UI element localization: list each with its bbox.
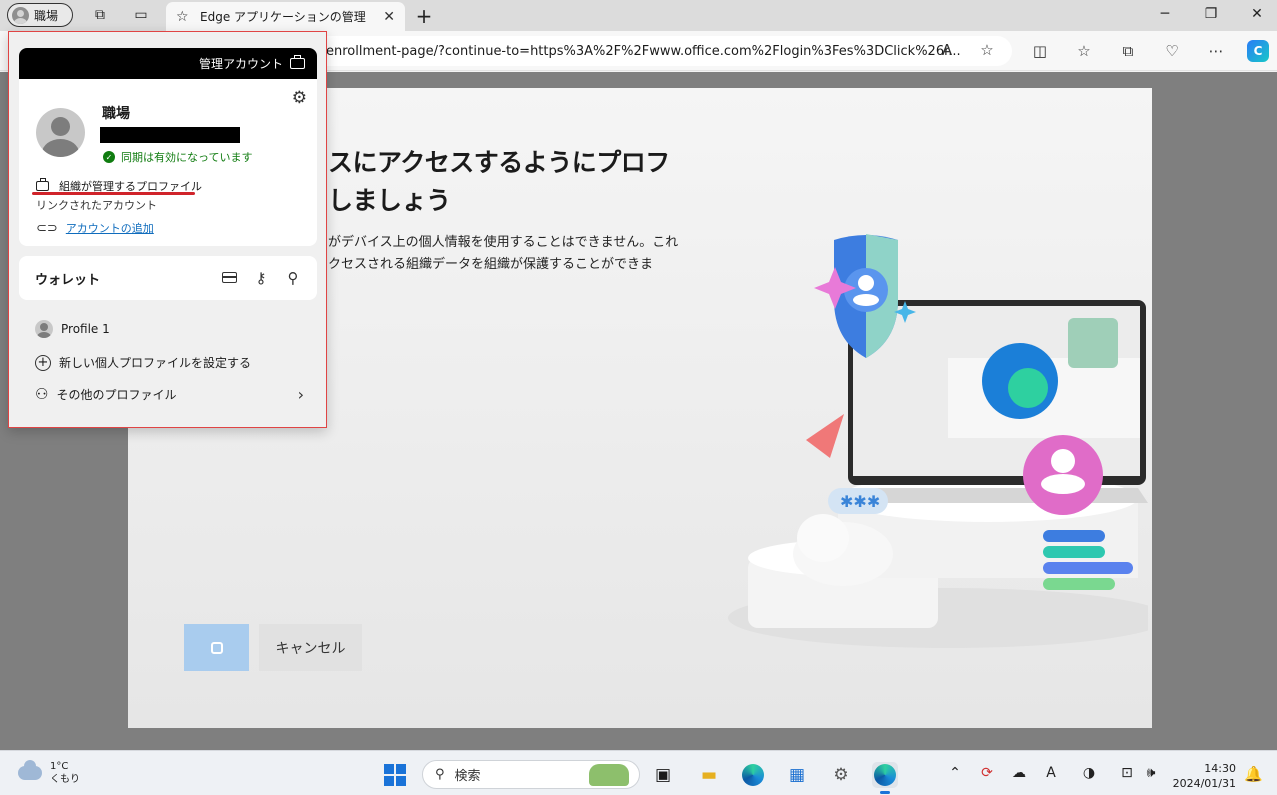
profile-avatar [36,108,85,157]
managed-account-header: 管理アカウント [19,48,317,79]
close-tab-icon[interactable]: ✕ [383,9,395,25]
add-account-row[interactable]: ⊂⊃ アカウントの追加 [36,220,154,236]
more-menu-icon[interactable]: ⋯ [1205,40,1227,62]
sync-icon[interactable]: ⟳ [978,765,996,781]
settings-icon[interactable]: ⚙ [828,762,854,788]
search-placeholder: 検索 [454,769,481,784]
desc-line-1: がデバイス上の個人情報を使用することはできません。これ [328,235,679,250]
profile-card: 管理アカウント ⚙ 職場 ✓ 同期は有効になっています 組織が管理するプロファイ… [19,48,317,246]
redacted-email [100,127,240,143]
edge-icon[interactable] [740,762,766,788]
start-button-windows-icon[interactable] [384,764,406,786]
wallet-label: ウォレット [35,272,101,288]
tab-actions-icon[interactable]: ▭ [131,5,151,25]
desc-line-2: クセスされる組織データを組織が保護することができま [328,257,654,272]
focus-icon[interactable]: ◑ [1080,765,1098,781]
add-account-link[interactable]: アカウントの追加 [66,220,154,236]
clock-time: 14:30 [1204,762,1236,775]
settings-gear-icon[interactable]: ⚙ [292,88,307,108]
chevron-up-icon[interactable]: ⌃ [946,765,964,781]
tab-bar: 職場 ⧉ ▭ ☆ Edge アプリケーションの管理 ✕ + ─ ❐ ✕ [0,0,1277,31]
edge-active-icon[interactable] [872,762,898,788]
file-explorer-icon[interactable]: ▬ [696,762,722,788]
add-circle-icon: + [35,354,51,371]
heading-line-1: スにアクセスするようにプロフ [328,148,670,177]
weather-condition: くもり [50,774,80,785]
heading-line-2: しましょう [328,186,451,215]
link-icon: ⊂⊃ [36,220,58,236]
svg-text:✱✱✱: ✱✱✱ [840,492,880,511]
briefcase-icon [36,178,49,191]
linked-accounts-label: リンクされたアカウント [36,199,157,212]
restore-icon[interactable]: ❐ [1201,6,1221,22]
cancel-button[interactable]: キャンセル [259,624,362,671]
temperature: 1°C [50,761,69,772]
ime-mode-icon[interactable]: A [1042,765,1060,781]
dialog-heading: スにアクセスするようにプロフ しましょう [328,144,670,220]
search-icon: ⚲ [435,767,445,782]
close-window-icon[interactable]: ✕ [1247,6,1267,22]
people-icon: ⚇ [35,385,49,403]
dialog-description: がデバイス上の個人情報を使用することはできません。これ クセスされる組織データを… [328,232,678,276]
tab-edge-management[interactable]: ☆ Edge アプリケーションの管理 ✕ [166,2,405,31]
onedrive-icon[interactable]: ☁ [1010,765,1028,781]
profile-avatar-icon [12,6,29,24]
browser-essentials-icon[interactable]: ♡ [1161,40,1183,62]
sync-status-text: 同期は有効になっています [121,151,253,164]
new-personal-profile-item[interactable]: + 新しい個人プロファイルを設定する [35,354,251,371]
sync-status: ✓ 同期は有効になっています [103,149,252,165]
star-outline-icon: ☆ [176,8,189,25]
chevron-right-icon[interactable]: › [298,385,304,404]
favorite-star-icon[interactable]: ☆ [977,41,997,59]
cloud-weather-icon [18,760,42,780]
minimize-icon[interactable]: ─ [1155,6,1175,22]
workspaces-icon[interactable]: ⧉ [90,5,110,25]
address-bar[interactable]: enrollment-page/?continue-to=https%3A%2F… [300,36,1012,66]
continue-button-loading[interactable] [184,624,249,671]
store-icon[interactable]: ▦ [784,762,810,788]
favorites-icon[interactable]: ☆ [1073,40,1095,62]
profile-flyout: 管理アカウント ⚙ 職場 ✓ 同期は有効になっています 組織が管理するプロファイ… [8,31,327,428]
active-app-indicator [880,791,890,794]
weather-widget[interactable]: 1°C くもり [18,760,80,786]
loading-spinner-icon [210,641,223,654]
new-profile-label: 新しい個人プロファイルを設定する [59,356,252,370]
managed-account-label: 管理アカウント [198,57,283,71]
taskbar-search[interactable]: ⚲ 検索 [422,760,640,789]
copilot-icon[interactable]: C [1247,40,1269,62]
bars-icon [1043,530,1105,542]
new-tab-icon[interactable]: + [413,4,435,28]
person-lock-icon[interactable]: ⚲ [284,269,302,287]
read-aloud-icon[interactable]: A [937,41,957,59]
task-view-icon[interactable]: ▣ [650,762,676,788]
cursor-icon [806,414,844,458]
edge-illustration: ✱✱✱ [728,234,1148,648]
collections-icon[interactable]: ⧉ [1117,40,1139,62]
tab-title: Edge アプリケーションの管理 [200,10,366,24]
other-profiles-label: その他のプロファイル [56,387,177,402]
red-underline-annotation [32,192,195,195]
payment-card-icon[interactable] [222,272,237,283]
briefcase-icon [290,55,305,69]
search-highlight-image [589,764,629,786]
profile-1-label: Profile 1 [61,322,110,336]
profile-button[interactable]: 職場 [7,3,73,27]
clock-date: 2024/01/31 [1172,777,1236,790]
profile-1-avatar [35,320,53,338]
network-icon[interactable]: ⊡ [1118,765,1136,781]
key-icon[interactable]: ⚷ [252,269,270,287]
profile-button-label: 職場 [34,8,59,23]
taskbar: 1°C くもり ⚲ 検索 ▣ ▬ ▦ ⚙ ⌃ ⟳ ☁ A ◑ ⊡ 🕪 14:30… [0,750,1277,795]
other-profiles-item[interactable]: ⚇ その他のプロファイル [35,385,176,403]
profile-1-item[interactable]: Profile 1 [35,320,110,338]
notification-bell-icon[interactable]: 🔔 [1244,765,1263,783]
split-screen-icon[interactable]: ◫ [1029,40,1051,62]
check-circle-icon: ✓ [103,151,115,163]
clock[interactable]: 14:30 2024/01/31 [1170,761,1236,791]
address-text: enrollment-page/?continue-to=https%3A%2F… [326,43,961,59]
wallet-card[interactable]: ウォレット ⚷ ⚲ [19,256,317,300]
profile-name: 職場 [102,106,130,122]
volume-icon[interactable]: 🕪 [1142,765,1160,781]
